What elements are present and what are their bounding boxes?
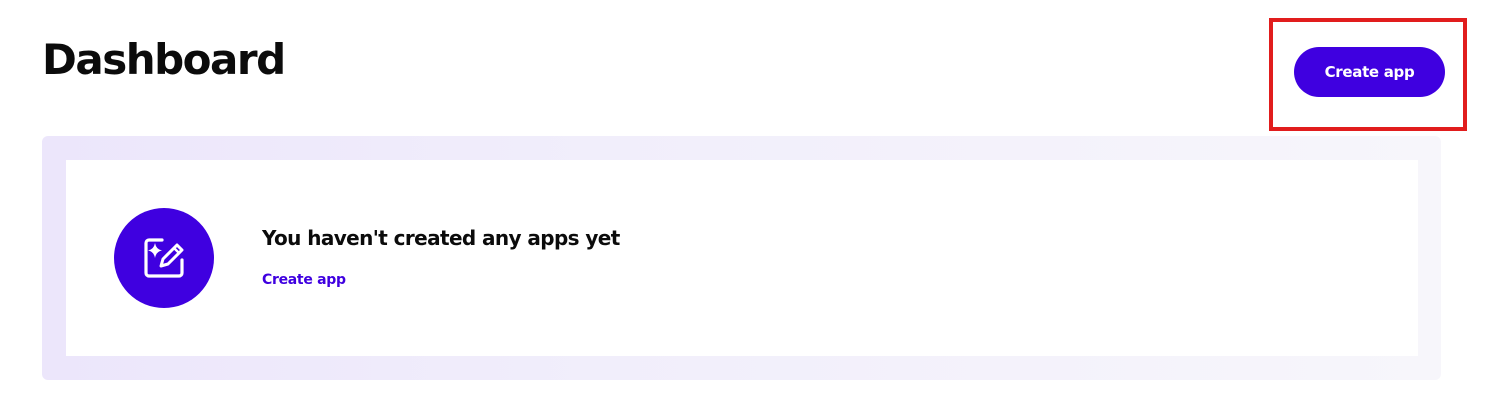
- highlight-box: [1269, 18, 1467, 131]
- create-app-link[interactable]: Create app: [262, 272, 346, 288]
- edit-sparkle-icon: [114, 208, 214, 308]
- empty-state-panel: You haven't created any apps yet Create …: [42, 136, 1441, 380]
- empty-state-title: You haven't created any apps yet: [262, 226, 620, 250]
- empty-state-card: You haven't created any apps yet Create …: [66, 160, 1418, 356]
- page-title: Dashboard: [42, 35, 286, 84]
- edit-sparkle-glyph: [144, 238, 184, 278]
